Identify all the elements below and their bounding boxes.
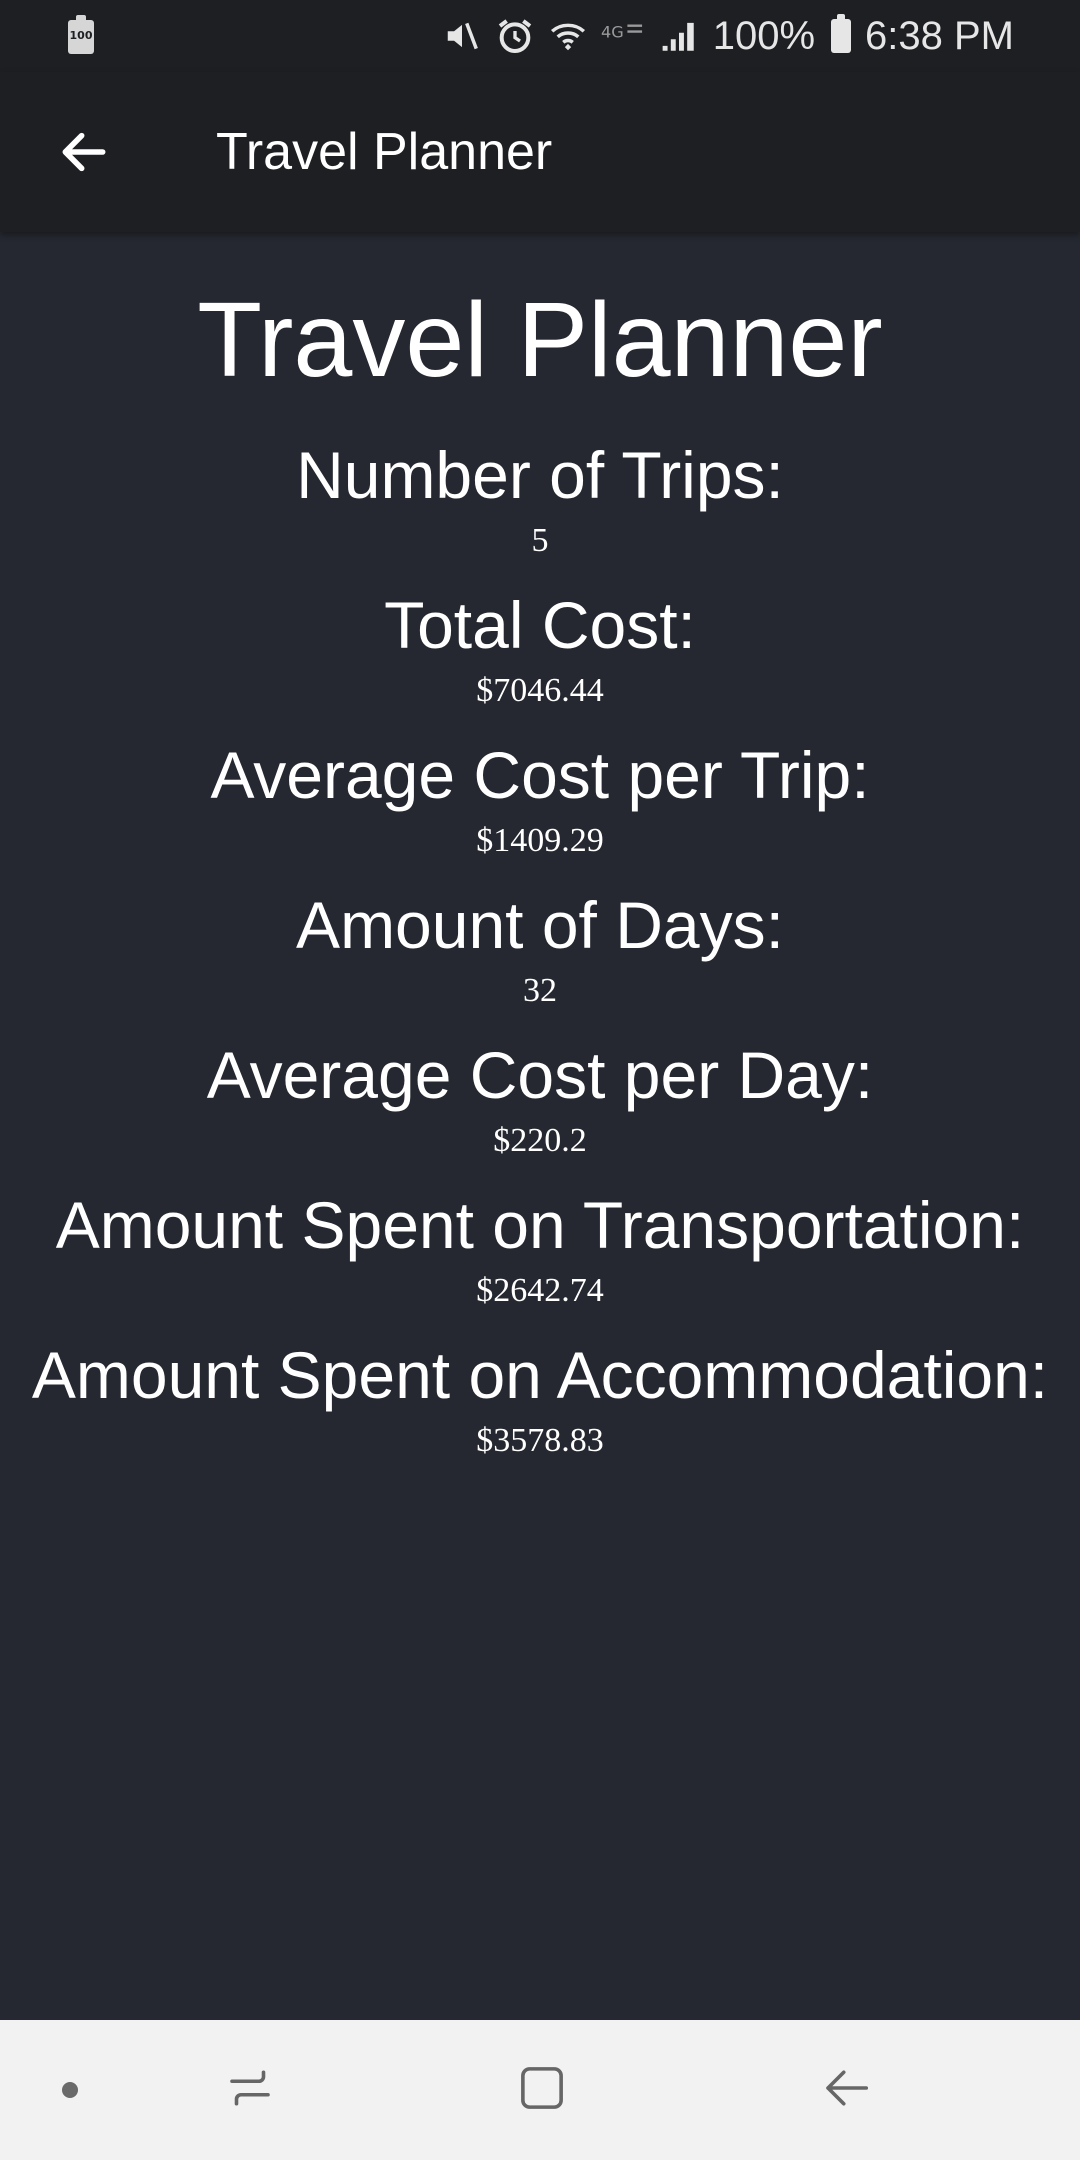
stat-label: Amount Spent on Transportation: [55,1188,1025,1262]
clock: 6:38 PM [865,13,1014,58]
stat-value: $1409.29 [476,822,604,859]
dot-icon [62,2082,78,2098]
back-nav-button[interactable] [796,2020,896,2160]
status-bar: 100 4G 100% 6:38 PM [0,0,1080,72]
stat-label: Average Cost per Trip: [210,738,870,812]
mute-icon [443,17,481,55]
back-icon [819,2061,873,2120]
stat-value: $3578.83 [476,1422,604,1459]
stat-label: Number of Trips: [296,438,784,512]
stat-value: $220.2 [493,1122,587,1159]
stat-number-of-trips: Number of Trips: 5 [0,434,1080,566]
arrow-left-icon [56,124,112,185]
recent-apps-button[interactable] [200,2020,300,2160]
nav-dot-button[interactable] [30,2020,110,2160]
stat-value: 32 [523,972,557,1009]
svg-text:4G: 4G [601,22,624,41]
main-content: Travel Planner Number of Trips: 5 Total … [0,232,1080,1466]
stat-accommodation: Amount Spent on Accommodation: $3578.83 [0,1334,1080,1466]
back-button[interactable] [44,114,124,194]
stat-label: Amount of Days: [296,888,784,962]
battery-icon [831,14,852,53]
stat-value: $2642.74 [476,1272,604,1309]
page-title: Travel Planner [197,281,883,399]
battery-notification-text: 100 [69,29,93,42]
home-icon [515,2061,569,2120]
app-bar-title: Travel Planner [216,123,553,181]
stat-value: 5 [531,522,549,559]
alarm-icon [495,16,535,56]
stat-average-cost-per-trip: Average Cost per Trip: $1409.29 [0,734,1080,866]
navigation-bar [0,2020,1080,2160]
stat-transportation: Amount Spent on Transportation: $2642.74 [0,1184,1080,1316]
stat-average-cost-per-day: Average Cost per Day: $220.2 [0,1034,1080,1166]
signal-icon [659,18,699,54]
lte-icon: 4G [601,19,645,53]
app-bar: Travel Planner [0,72,1080,232]
stat-label: Average Cost per Day: [206,1038,874,1112]
stat-label: Total Cost: [384,588,696,662]
stat-label: Amount Spent on Accommodation: [31,1338,1049,1412]
battery-percent: 100% [712,13,816,58]
status-icons: 4G 100% 6:38 PM [443,10,1014,62]
wifi-icon [549,17,587,55]
stat-amount-of-days: Amount of Days: 32 [0,884,1080,1016]
stat-total-cost: Total Cost: $7046.44 [0,584,1080,716]
stat-value: $7046.44 [476,672,604,709]
battery-notification-icon: 100 [68,15,96,54]
recent-apps-icon [223,2061,277,2120]
home-button[interactable] [492,2020,592,2160]
